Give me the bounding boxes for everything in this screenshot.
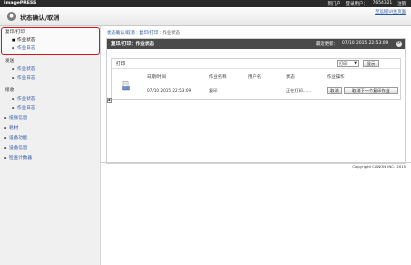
breadcrumb-current: 作业状态 <box>162 31 181 36</box>
breadcrumb-separator: : <box>159 31 162 36</box>
sidebar-item-receive-job-log[interactable]: ▪ 作业日志 <box>12 105 35 111</box>
job-type-select-value: 打印 <box>339 61 348 66</box>
cancel-job-button[interactable]: 取消 <box>327 87 342 94</box>
status-monitor-icon: ● <box>7 12 16 21</box>
collapse-icon[interactable]: ▪ <box>107 98 112 103</box>
breadcrumb: 状态确认/取消 : 复印/打印 : 作业状态 <box>107 30 180 36</box>
sidebar-section-label: 发送 <box>5 59 15 64</box>
sidebar-section-receive[interactable]: 接收 <box>5 87 14 93</box>
sidebar-section-send[interactable]: 发送 <box>5 58 14 64</box>
sidebar-item-label: 作业状态 <box>17 67 36 72</box>
print-jobs-box: 打印 打印 ▼ 显示 日期/时间 作业名称 用户名 状态 作业操作 07/10 … <box>111 58 401 100</box>
panel-title: 复印/打印：作业状态 <box>111 42 155 47</box>
panel-header: 复印/打印：作业状态 最近更新： 07/10 2015 22:53:09 ⟳ <box>107 39 405 49</box>
sidebar-item-send-job-log[interactable]: ▪ 作业日志 <box>12 75 35 81</box>
row-job-name: 复印 <box>209 88 218 93</box>
sidebar-item-send-job-status[interactable]: ▪ 作业状态 <box>12 66 35 72</box>
brand-logo: imagePRESS <box>4 1 37 6</box>
sidebar-item-consumables[interactable]: ▪ 耗材 <box>4 125 18 131</box>
sidebar-item-label: 设备信息 <box>9 146 28 151</box>
sidebar-item-label: 设备功能 <box>9 136 28 141</box>
sidebar-item-label: 作业日志 <box>17 46 36 51</box>
sidebar-item-paper-info[interactable]: ▪ 纸张信息 <box>4 115 27 121</box>
breadcrumb-middle[interactable]: 复印/打印 <box>139 31 158 36</box>
refresh-icon[interactable]: ⟳ <box>396 41 402 47</box>
sidebar-item-label: 作业状态 <box>17 97 36 102</box>
sidebar-item-label: 作业日志 <box>17 106 36 111</box>
breadcrumb-root[interactable]: 状态确认/取消 <box>107 31 135 36</box>
sidebar-item-label: 作业日志 <box>17 76 36 81</box>
footer: Copyright CANON INC. 2015 <box>101 162 411 169</box>
cancel-next-copy-job-button[interactable]: 取消下一个复印作业 <box>344 87 398 94</box>
sidebar-item-copy-job-log[interactable]: ▪ 作业日志 <box>12 45 35 51</box>
column-header-status: 状态 <box>286 75 295 80</box>
sidebar-item-label: 纸张信息 <box>9 116 28 121</box>
print-jobs-toolbar: 打印 打印 ▼ 显示 <box>112 59 400 69</box>
column-header-datetime: 日期/时间 <box>147 75 167 80</box>
sidebar-item-label: 作业状态 <box>17 38 36 43</box>
row-status: 正在打印…… <box>286 88 312 93</box>
last-updated-time: 07/10 2015 22:53:09 <box>342 41 389 46</box>
page-header: ● 状态确认/取消 至远程UI主页面 <box>0 7 411 26</box>
display-button[interactable]: 显示 <box>363 60 379 67</box>
column-header-job-operation: 作业操作 <box>327 75 345 80</box>
sidebar-section-label: 复印/打印 <box>5 30 25 35</box>
sidebar-item-copy-job-status[interactable]: ■ 作业状态 <box>12 37 35 43</box>
top-bar: imagePRESS 到门户 登录用户： 7654321 注销 <box>0 0 411 7</box>
column-header-user: 用户名 <box>248 75 262 80</box>
sidebar-item-label: 耗材 <box>9 126 19 131</box>
sidebar-item-device-functions[interactable]: ▪ 设备功能 <box>4 135 27 141</box>
sidebar-item-device-info[interactable]: ▪ 设备信息 <box>4 145 27 151</box>
copyright-text: Copyright CANON INC. 2015 <box>352 164 406 169</box>
chevron-down-icon: ▼ <box>354 61 357 65</box>
section-title: 打印 <box>116 62 126 67</box>
job-type-select[interactable]: 打印 ▼ <box>337 60 359 67</box>
page-title: 状态确认/取消 <box>20 15 60 22</box>
print-job-icon <box>122 81 130 91</box>
remote-ui-top-link[interactable]: 至远程UI主页面 <box>375 9 406 15</box>
sidebar-item-check-counter[interactable]: ▪ 检查计数器 <box>4 155 32 161</box>
last-updated-label: 最近更新： <box>316 42 338 47</box>
sidebar-section-copy-print[interactable]: 复印/打印 <box>5 29 25 35</box>
job-status-panel: 复印/打印：作业状态 最近更新： 07/10 2015 22:53:09 ⟳ 打… <box>106 38 406 164</box>
breadcrumb-separator: : <box>136 31 138 36</box>
sidebar-section-label: 接收 <box>5 88 15 93</box>
sidebar-item-label: 检查计数器 <box>9 156 32 161</box>
column-header-job-name: 作业名称 <box>209 75 227 80</box>
row-datetime: 07/10 2015 22:53:09 <box>147 88 192 93</box>
sidebar-item-receive-job-status[interactable]: ▪ 作业状态 <box>12 96 35 102</box>
